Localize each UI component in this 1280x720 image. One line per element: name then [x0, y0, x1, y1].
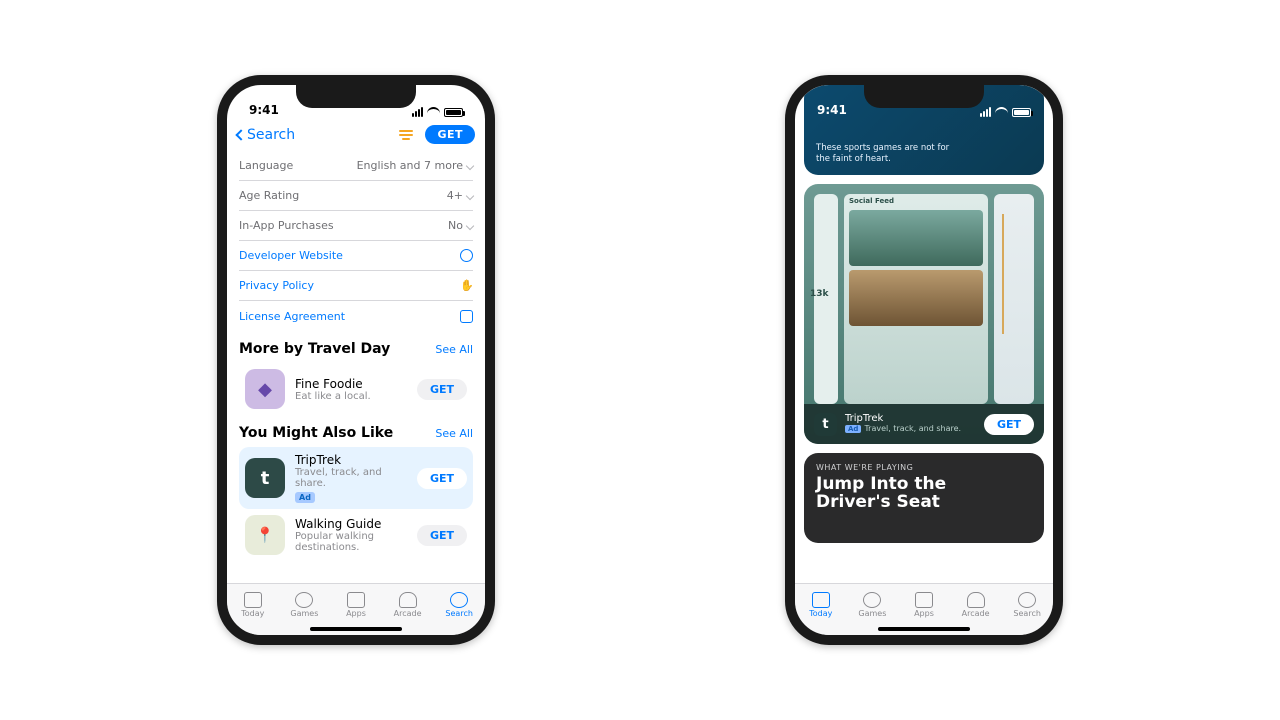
cellular-icon — [980, 107, 991, 117]
app-name: TripTrek — [295, 453, 407, 467]
get-button[interactable]: GET — [417, 379, 467, 400]
wifi-icon — [995, 107, 1008, 117]
section-ymal: You Might Also Like See All — [239, 425, 473, 441]
tab-apps[interactable]: Apps — [330, 584, 382, 625]
phone-right: 9:41 These sports games are not for the … — [785, 75, 1063, 645]
today-icon — [244, 592, 262, 608]
back-button[interactable]: Search — [237, 127, 295, 143]
get-button[interactable]: GET — [984, 414, 1034, 435]
tab-games[interactable]: Games — [847, 584, 899, 625]
link-privacy-policy[interactable]: Privacy Policy ✋ — [239, 271, 473, 301]
tab-today[interactable]: Today — [795, 584, 847, 625]
get-button[interactable]: GET — [417, 525, 467, 546]
screenshot-2: Social Feed — [844, 194, 988, 404]
link-license-agreement[interactable]: License Agreement — [239, 301, 473, 331]
tab-search[interactable]: Search — [433, 584, 485, 625]
today-icon — [812, 592, 830, 608]
link-developer-website[interactable]: Developer Website — [239, 241, 473, 271]
ad-card-footer: t TripTrek AdTravel, track, and share. G… — [804, 404, 1044, 444]
app-name: Walking Guide — [295, 517, 407, 531]
ad-card-triptrek[interactable]: 13k Social Feed t — [804, 184, 1044, 444]
app-icon: t — [245, 458, 285, 498]
arcade-icon — [967, 592, 985, 608]
chevron-down-icon — [466, 161, 474, 169]
ad-badge: Ad — [295, 492, 315, 503]
filter-icon[interactable] — [399, 130, 413, 140]
compass-icon — [460, 249, 473, 262]
tab-apps[interactable]: Apps — [898, 584, 950, 625]
chevron-down-icon — [466, 191, 474, 199]
info-row-iap[interactable]: In-App Purchases No — [239, 211, 473, 241]
info-row-age[interactable]: Age Rating 4+ — [239, 181, 473, 211]
search-icon — [1018, 592, 1036, 608]
tab-games[interactable]: Games — [279, 584, 331, 625]
story-eyebrow: WHAT WE'RE PLAYING — [816, 463, 913, 472]
app-icon: 📍 — [245, 515, 285, 555]
nav-bar: Search GET — [227, 119, 485, 151]
back-label: Search — [247, 127, 295, 143]
get-button[interactable]: GET — [417, 468, 467, 489]
games-icon — [863, 592, 881, 608]
app-icon: ◆ — [245, 369, 285, 409]
hand-icon: ✋ — [460, 279, 473, 292]
notch — [296, 83, 416, 108]
document-icon — [460, 310, 473, 323]
battery-icon — [1012, 108, 1031, 117]
notch — [864, 83, 984, 108]
app-subtitle: Popular walking destinations. — [295, 531, 407, 553]
app-cell-triptrek[interactable]: t TripTrek Travel, track, and share. Ad … — [239, 447, 473, 509]
battery-icon — [444, 108, 463, 117]
tab-today[interactable]: Today — [227, 584, 279, 625]
cellular-icon — [412, 107, 423, 117]
story-title: Jump Into theDriver's Seat — [816, 475, 946, 511]
story-caption: These sports games are not for the faint… — [816, 143, 956, 165]
section-title: You Might Also Like — [239, 425, 393, 441]
today-scroll[interactable]: These sports games are not for the faint… — [795, 85, 1053, 583]
app-icon: t — [814, 413, 837, 436]
status-time: 9:41 — [249, 103, 279, 117]
app-cell-walking-guide[interactable]: 📍 Walking Guide Popular walking destinat… — [239, 509, 473, 561]
info-row-language[interactable]: Language English and 7 more — [239, 151, 473, 181]
tab-arcade[interactable]: Arcade — [382, 584, 434, 625]
get-button[interactable]: GET — [425, 125, 475, 144]
games-icon — [295, 592, 313, 608]
story-card-driver[interactable]: WHAT WE'RE PLAYING Jump Into theDriver's… — [804, 453, 1044, 543]
status-time: 9:41 — [817, 103, 847, 117]
app-name: Fine Foodie — [295, 377, 407, 391]
content-scroll[interactable]: Language English and 7 more Age Rating 4… — [227, 151, 485, 583]
apps-icon — [347, 592, 365, 608]
screenshot-1: 13k — [814, 194, 838, 404]
section-title: More by Travel Day — [239, 341, 390, 357]
home-indicator[interactable] — [310, 627, 402, 631]
app-subtitle: Travel, track, and share. — [295, 467, 407, 489]
screenshot-3 — [994, 194, 1034, 404]
phone-left: 9:41 Search GET Language E — [217, 75, 495, 645]
arcade-icon — [399, 592, 417, 608]
app-cell-fine-foodie[interactable]: ◆ Fine Foodie Eat like a local. GET — [239, 363, 473, 415]
tab-search[interactable]: Search — [1001, 584, 1053, 625]
apps-icon — [915, 592, 933, 608]
see-all-link[interactable]: See All — [435, 343, 473, 356]
chevron-down-icon — [466, 221, 474, 229]
wifi-icon — [427, 107, 440, 117]
section-more-by: More by Travel Day See All — [239, 341, 473, 357]
app-subtitle: Eat like a local. — [295, 391, 407, 402]
app-name: TripTrek — [845, 414, 976, 424]
tab-arcade[interactable]: Arcade — [950, 584, 1002, 625]
see-all-link[interactable]: See All — [435, 427, 473, 440]
ad-badge: Ad — [845, 425, 861, 433]
home-indicator[interactable] — [878, 627, 970, 631]
search-icon — [450, 592, 468, 608]
chevron-left-icon — [235, 129, 246, 140]
